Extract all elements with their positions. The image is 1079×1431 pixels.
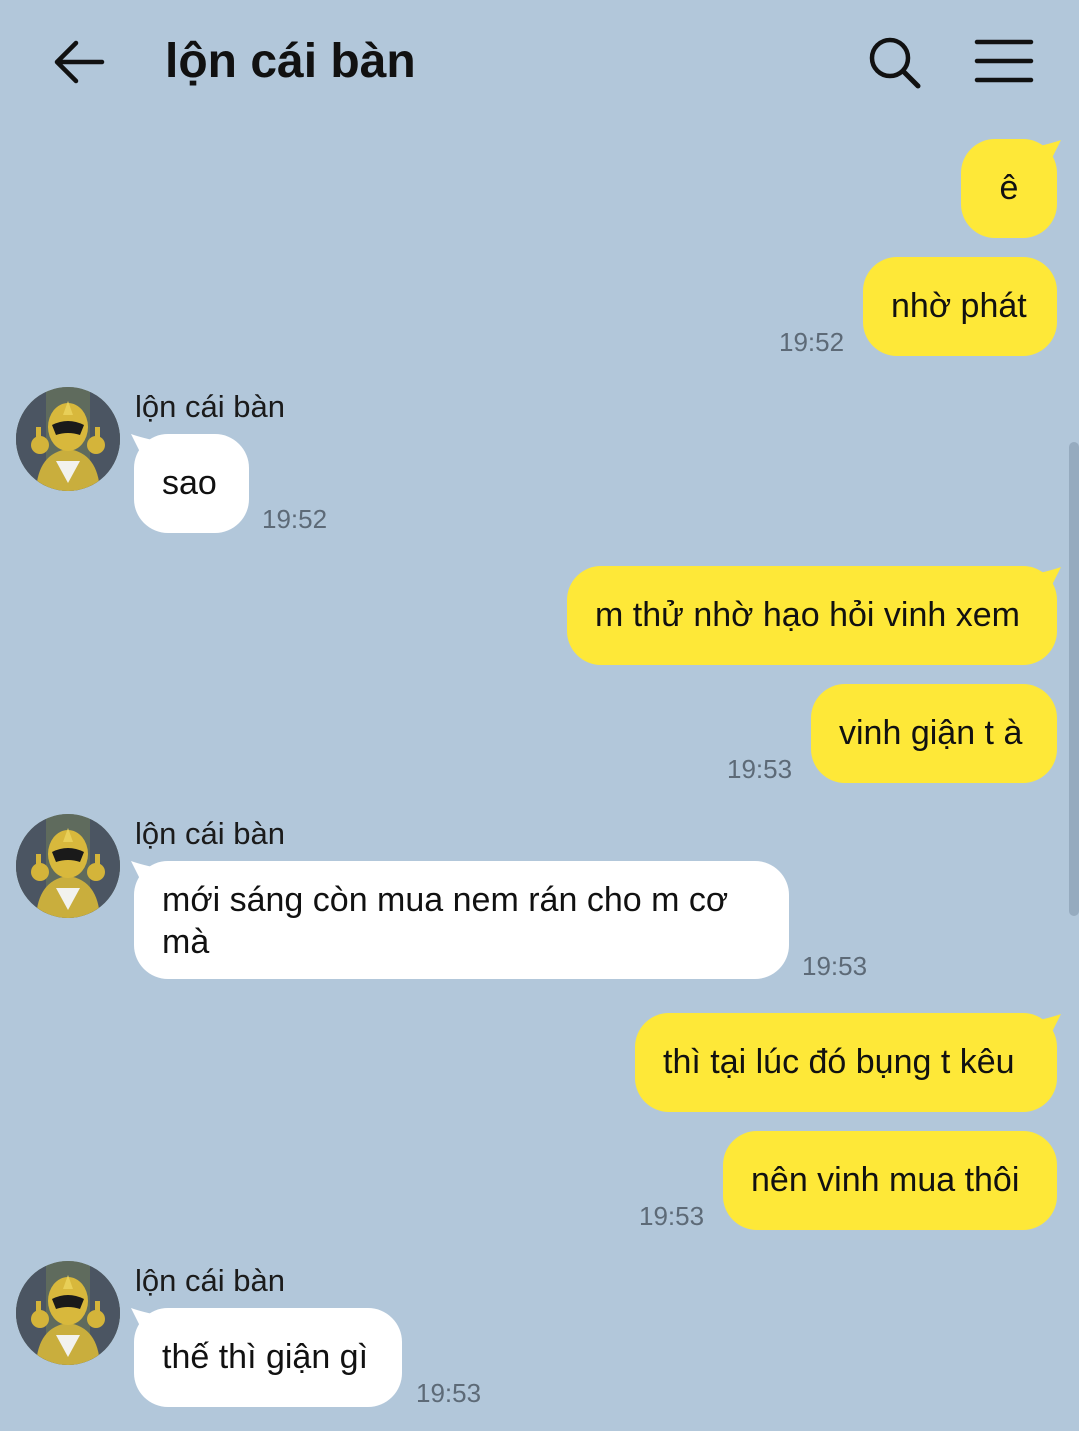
message-bubble-sent[interactable]: thì tại lúc đó bụng t kêu <box>635 1013 1057 1112</box>
message-text: thì tại lúc đó bụng t kêu <box>663 1043 1015 1081</box>
avatar[interactable] <box>16 387 120 491</box>
message-time: 19:52 <box>262 504 328 534</box>
message-bubble-received[interactable]: thế thì giận gì <box>134 1308 402 1407</box>
message-text: vinh giận t à <box>839 714 1023 752</box>
message-text: ê <box>999 169 1019 207</box>
message-text: thế thì giận gì <box>162 1338 369 1376</box>
menu-icon[interactable] <box>974 36 1034 86</box>
message-bubble-sent[interactable]: vinh giận t à <box>811 684 1057 783</box>
avatar[interactable] <box>16 814 120 918</box>
bubble-tail <box>1030 1014 1061 1040</box>
chat-header: lộn cái bàn <box>0 0 1079 124</box>
message-text: nên vinh mua thôi <box>751 1161 1020 1199</box>
message-text: mới sáng còn mua nem rán cho m cơ mà <box>162 881 729 961</box>
sender-name: lộn cái bàn <box>135 816 285 851</box>
message-bubble-sent[interactable]: nên vinh mua thôi <box>723 1131 1057 1230</box>
message-bubble-received[interactable]: mới sáng còn mua nem rán cho m cơ mà <box>134 861 789 979</box>
message-text: nhờ phát <box>891 287 1027 325</box>
bubble-tail <box>1030 567 1061 593</box>
message-time: 19:52 <box>779 327 845 357</box>
message-time: 19:53 <box>639 1201 705 1231</box>
search-icon[interactable] <box>866 34 922 90</box>
message-time: 19:53 <box>802 951 868 981</box>
message-time: 19:53 <box>416 1378 482 1408</box>
avatar[interactable] <box>16 1261 120 1365</box>
message-bubble-sent[interactable]: nhờ phát <box>863 257 1057 356</box>
back-arrow-icon[interactable] <box>50 34 108 90</box>
message-text: sao <box>162 464 217 502</box>
scrollbar[interactable] <box>1069 442 1079 916</box>
message-bubble-received[interactable]: sao <box>134 434 249 533</box>
sender-name: lộn cái bàn <box>135 389 285 424</box>
sender-name: lộn cái bàn <box>135 1263 285 1298</box>
message-time: 19:53 <box>727 754 793 784</box>
bubble-tail <box>1030 140 1061 166</box>
message-bubble-sent[interactable]: m thử nhờ hạo hỏi vinh xem <box>567 566 1057 665</box>
message-text: m thử nhờ hạo hỏi vinh xem <box>595 596 1020 634</box>
chat-title: lộn cái bàn <box>165 35 416 88</box>
